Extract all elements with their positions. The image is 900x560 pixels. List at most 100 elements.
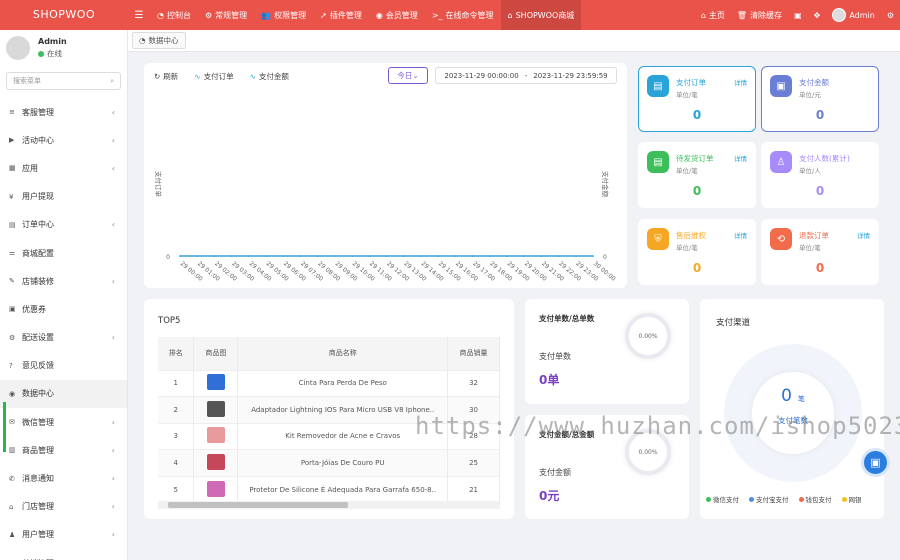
data-point [557, 255, 560, 257]
detail-link[interactable]: 详情 [734, 153, 747, 163]
settings-icon[interactable]: ⚙ [881, 11, 900, 20]
tab-bar: ◔ 数据中心 [128, 30, 900, 52]
sidebar-item[interactable]: ⌂ 门店管理 ‹ [0, 493, 127, 521]
sidebar-item[interactable]: ♟ 用户管理 ‹ [0, 521, 127, 549]
sidebar-item[interactable]: ≡ 客服管理 ‹ [0, 98, 127, 126]
home-link[interactable]: ⌂ 主页 [695, 10, 731, 21]
legend-item[interactable]: 微信支付 [706, 494, 739, 504]
user-menu[interactable]: Admin [826, 8, 881, 22]
sidebar: Admin 在线 搜索菜单 ⌕ ≡ 客服管理 ‹ ▶ 活动中心 ‹ ▦ 应用 ‹ ¥ 用户提现 ▤ 订单… [0, 30, 128, 560]
menu-toggle-icon[interactable]: ☰ [128, 10, 150, 21]
topnav-general[interactable]: ⚙ 常规管理 [198, 0, 254, 30]
sidebar-item[interactable]: ▤ 订单中心 ‹ [0, 211, 127, 239]
menu-icon: ✉ [9, 418, 15, 427]
sidebar-item[interactable]: ✎ 店铺装修 ‹ [0, 267, 127, 295]
sidebar-item[interactable]: ¥ 用户提现 [0, 183, 127, 211]
topnav-plugins[interactable]: ➚ 插件管理 [313, 0, 369, 30]
sidebar-item[interactable]: ✉ 微信管理 ‹ [0, 408, 127, 436]
menu-icon: ▶ [9, 136, 15, 145]
menu-search-input[interactable]: 搜索菜单 ⌕ [6, 72, 121, 90]
legend-item[interactable]: 钱包支付 [798, 494, 832, 504]
menu-icon: ✎ [9, 277, 15, 286]
stat-card[interactable]: ⛨ 售后维权 单位/笔 详情 0 [638, 219, 756, 285]
product-image[interactable] [206, 480, 225, 497]
data-point [248, 255, 250, 257]
product-image[interactable] [206, 453, 225, 470]
sidebar-item[interactable]: ▣ 优惠券 [0, 295, 127, 323]
menu-icon: ¥ [9, 192, 14, 201]
home-icon: ⌂ [507, 10, 513, 20]
product-image[interactable] [206, 374, 225, 391]
orders-icon: ▤ [647, 75, 669, 97]
stat-card[interactable]: ▣ 支付金额 单位/元 0 [761, 66, 879, 132]
sidebar-item[interactable]: ? 意见反馈 [0, 352, 127, 380]
detail-link[interactable]: 详情 [857, 230, 870, 240]
data-point [592, 255, 594, 257]
chat-float-button[interactable]: ▣ [861, 448, 890, 477]
chevron-left-icon: ‹ [111, 135, 115, 145]
stat-card[interactable]: ♙ 支付人数(累计) 单位/人 0 [761, 142, 879, 208]
stat-card[interactable]: ⟲ 退款订单 单位/笔 详情 0 [761, 219, 879, 285]
horizontal-scrollbar[interactable] [158, 501, 500, 509]
data-point [437, 255, 439, 257]
chevron-left-icon: ‹ [111, 163, 115, 173]
chevron-left-icon: ‹ [111, 474, 115, 484]
avatar [832, 8, 847, 22]
legend-dot-icon [841, 496, 847, 502]
menu-icon: ▤ [9, 220, 16, 229]
users-icon: 👥 [261, 10, 272, 20]
sidebar-item[interactable]: ✆ 消息通知 ‹ [0, 464, 127, 492]
product-image[interactable] [206, 400, 225, 417]
sidebar-item[interactable]: ▶ 活动中心 ‹ [0, 126, 127, 154]
clear-cache-button[interactable]: 🗑 清除缓存 [731, 10, 788, 21]
data-point [385, 255, 388, 257]
detail-link[interactable]: 详情 [734, 230, 747, 240]
top-right-nav: ⌂ 主页 🗑 清除缓存 ▣ ✥ Admin ⚙ [695, 0, 900, 30]
data-point [488, 255, 491, 257]
product-image[interactable] [206, 427, 225, 444]
fullscreen-icon[interactable]: ✥ [808, 11, 827, 20]
menu-icon: ▣ [9, 305, 16, 314]
stat-card[interactable]: ▤ 支付订单 单位/笔 详情 0 [638, 66, 756, 132]
scroll-indicator [3, 402, 6, 452]
menu-icon: ▥ [9, 446, 16, 455]
topnav-permission[interactable]: 👥 权限管理 [254, 0, 313, 30]
legend-item[interactable]: 网银 [841, 494, 862, 504]
legend-item[interactable]: 支付宝支付 [749, 494, 789, 504]
data-point [282, 255, 285, 257]
menu-icon: ♟ [9, 530, 16, 539]
sidebar-item[interactable]: ▦ 应用 ‹ [0, 154, 127, 182]
col-image: 商品图 [193, 337, 239, 370]
menu-icon: ⚌ [9, 249, 16, 258]
chat-icon: ▣ [870, 456, 881, 469]
sidebar-item[interactable]: ⚌ 商城配置 [0, 239, 127, 267]
top-bar: SHOPWOO ☰ ◔ 控制台 ⚙ 常规管理 👥 权限管理 ➚ 插件管理 ◉ 会员管理 >… [0, 0, 900, 30]
user-status: 在线 [38, 48, 67, 59]
scrollbar-thumb[interactable] [168, 502, 348, 508]
data-point [523, 255, 525, 257]
brand-logo[interactable]: SHOPWOO [0, 0, 128, 30]
tab-data-center[interactable]: ◔ 数据中心 [132, 32, 186, 49]
topnav-console[interactable]: ◔ 控制台 [150, 0, 198, 30]
topnav-shop[interactable]: ⌂ SHOPWOO商城 [500, 0, 582, 30]
sidebar-item[interactable]: ◉ 数据中心 [0, 379, 127, 409]
payment-channel-panel: 支付渠道 0笔 支付笔数 微信支付 支付宝支付 钱包支付 网银 [700, 299, 884, 519]
stat-card[interactable]: ▤ 待发货订单 单位/笔 详情 0 [638, 142, 756, 208]
data-point [540, 255, 543, 257]
sidebar-item[interactable]: ⚙ 配送设置 ‹ [0, 324, 127, 352]
detail-link[interactable]: 详情 [734, 77, 747, 87]
chart-panel: ↻ 刷新 ∿ 支付订单 ∿ 支付金额 今日 ⌄ 2023-11-29 00:00:00 … [144, 63, 627, 288]
col-rank: 排名 [158, 337, 195, 370]
online-dot-icon [38, 50, 44, 57]
sidebar-item[interactable]: ▧分销管理‹ [0, 549, 127, 560]
data-point [230, 255, 233, 257]
data-point [471, 255, 474, 257]
user-name: Admin [38, 37, 67, 46]
refund-icon: ⟲ [770, 228, 792, 250]
topnav-members[interactable]: ◉ 会员管理 [369, 0, 425, 30]
translate-icon[interactable]: ▣ [788, 11, 808, 20]
sidebar-item[interactable]: ▥ 商品管理 ‹ [0, 436, 127, 464]
menu-icon: ≡ [9, 108, 15, 117]
topnav-terminal[interactable]: >_ 在线命令管理 [425, 0, 501, 30]
data-point [574, 255, 577, 257]
